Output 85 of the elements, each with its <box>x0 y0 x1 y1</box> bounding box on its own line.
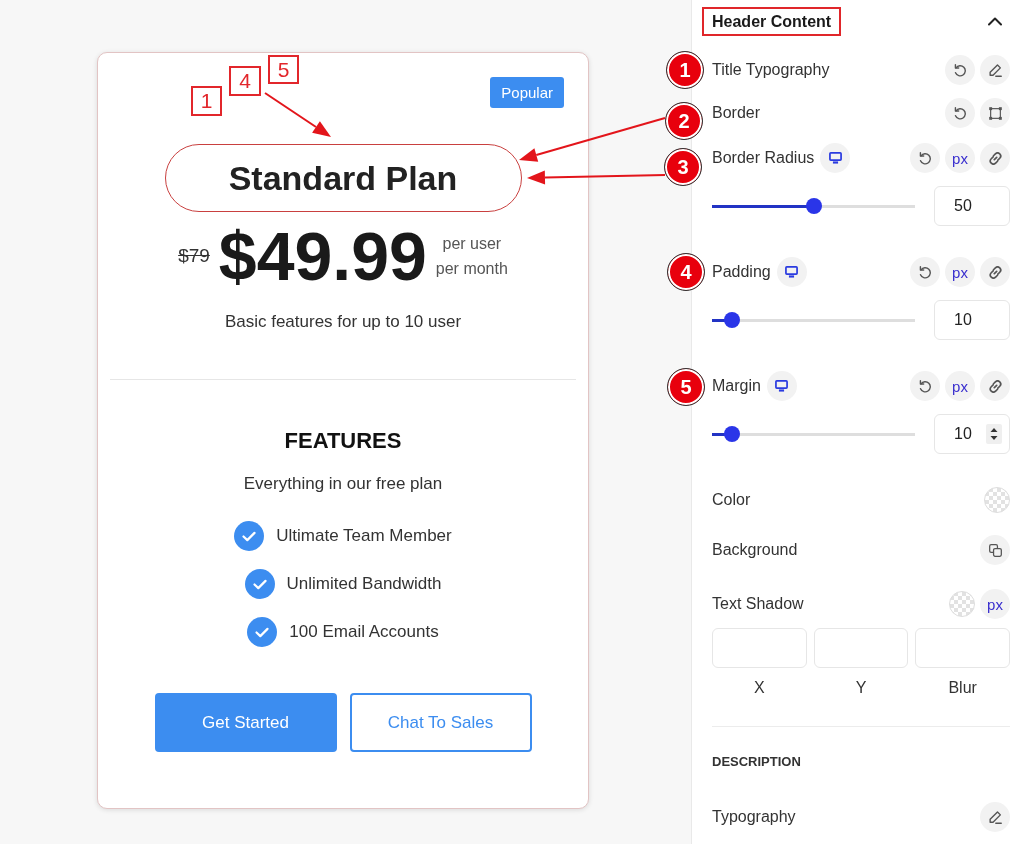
swatch-icon[interactable] <box>949 591 975 617</box>
link-button[interactable] <box>980 143 1010 173</box>
features-heading: FEATURES <box>284 428 402 454</box>
reset-button[interactable] <box>945 98 975 128</box>
step-marker: 5 <box>667 368 705 406</box>
step-marker: 3 <box>664 148 702 186</box>
link-icon <box>988 379 1002 393</box>
input-field[interactable] <box>813 628 909 668</box>
field-label: Y <box>855 678 867 698</box>
slider-handle[interactable] <box>724 426 741 442</box>
slider-handle[interactable] <box>805 198 822 214</box>
pencil-icon <box>988 63 1002 77</box>
step-marker: 2 <box>665 102 703 140</box>
square-icon <box>988 106 1002 120</box>
reset-icon <box>918 379 932 393</box>
feature-text: 100 Email Accounts <box>289 622 439 642</box>
spinner-icon <box>986 424 1002 444</box>
reset-button[interactable] <box>910 371 940 401</box>
copy-icon <box>988 543 1002 557</box>
unit-button[interactable]: px <box>945 257 975 287</box>
plan-description: Basic features for up to 10 user <box>224 312 462 332</box>
number-field[interactable]: 50 <box>934 186 1010 226</box>
swatch-icon[interactable] <box>984 487 1010 513</box>
price-period: per month <box>435 259 508 279</box>
price: $49.99 <box>218 222 427 290</box>
check-icon <box>234 521 265 551</box>
popular-badge: Popular <box>490 77 564 108</box>
annotation-arrow <box>264 92 331 137</box>
control-label: Background <box>712 540 798 560</box>
old-price: $79 <box>178 245 210 267</box>
control-label: Border <box>712 103 761 123</box>
edit-button[interactable] <box>980 802 1010 832</box>
section-heading: DESCRIPTION <box>712 753 801 771</box>
device-button[interactable] <box>776 257 807 287</box>
unit-button[interactable]: px <box>945 143 975 173</box>
callout-label: 5 <box>268 55 299 84</box>
feature-text: Unlimited Bandwidth <box>286 574 442 594</box>
reset-button[interactable] <box>910 143 940 173</box>
feature-text: Ultimate Team Member <box>276 526 452 546</box>
field-label: Blur <box>948 678 977 698</box>
collapse-button[interactable] <box>988 16 1002 26</box>
background-button[interactable] <box>980 535 1010 565</box>
reset-icon <box>953 106 967 120</box>
step-marker: 1 <box>666 51 704 89</box>
edit-button[interactable] <box>980 55 1010 85</box>
device-button[interactable] <box>766 371 797 401</box>
reset-button[interactable] <box>945 55 975 85</box>
link-icon <box>988 265 1002 279</box>
number-field[interactable]: 10 <box>934 414 1010 454</box>
border-button[interactable] <box>980 98 1010 128</box>
control-label: Text Shadow <box>712 594 804 614</box>
monitor-icon <box>775 380 789 392</box>
reset-icon <box>953 63 967 77</box>
unit-button[interactable]: px <box>945 371 975 401</box>
features-subtitle: Everything in our free plan <box>243 474 443 494</box>
slider-handle[interactable] <box>724 312 741 328</box>
link-button[interactable] <box>980 371 1010 401</box>
price-period: per user <box>442 234 502 254</box>
monitor-icon <box>828 152 842 164</box>
unit-button[interactable]: px <box>980 589 1010 619</box>
control-label: Border Radius <box>712 148 815 168</box>
reset-icon <box>918 265 932 279</box>
reset-button[interactable] <box>910 257 940 287</box>
link-icon <box>988 151 1002 165</box>
pencil-icon <box>988 810 1002 824</box>
section-title[interactable]: Header Content <box>702 6 842 36</box>
link-button[interactable] <box>980 257 1010 287</box>
field-label: X <box>754 678 765 698</box>
control-label: Title Typography <box>712 60 830 80</box>
check-icon <box>244 569 275 599</box>
chevron-up-icon <box>988 16 1002 26</box>
check-icon <box>247 617 278 647</box>
reset-icon <box>918 151 932 165</box>
step-marker: 4 <box>667 253 705 291</box>
callout-label: 1 <box>191 86 222 116</box>
input-field[interactable] <box>712 628 807 668</box>
input-field[interactable] <box>915 628 1010 668</box>
control-label: Margin <box>712 376 761 396</box>
control-label: Color <box>712 490 751 510</box>
monitor-icon <box>785 266 799 278</box>
control-label: Typography <box>712 807 796 827</box>
device-button[interactable] <box>820 143 851 173</box>
callout-label: 4 <box>229 66 261 96</box>
control-label: Padding <box>712 262 771 282</box>
number-field[interactable]: 10 <box>934 300 1010 340</box>
